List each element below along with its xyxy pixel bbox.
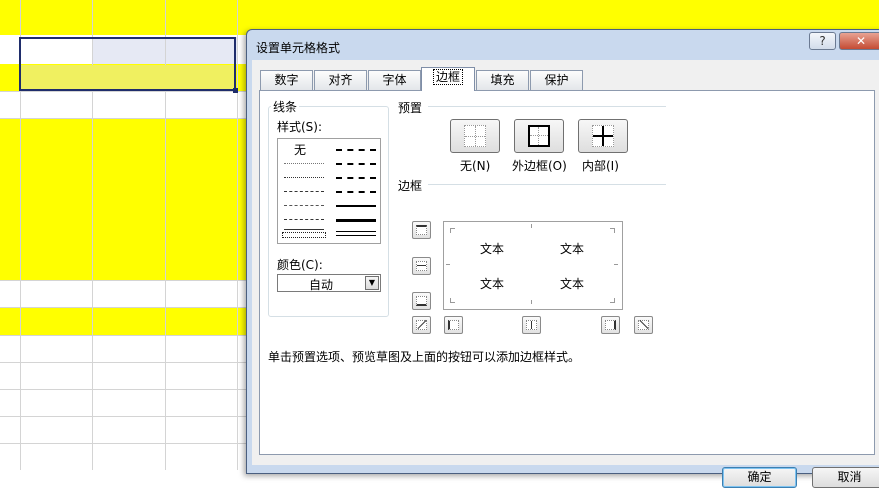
row-gridline — [0, 389, 250, 390]
fill-handle[interactable] — [233, 88, 238, 93]
dialog-client-area: 数字 对齐 字体 边框 填充 保护 线条 样式(S): 无 颜色(C): 自动 … — [252, 60, 879, 488]
line-style-option[interactable] — [284, 219, 324, 220]
diagonal-down-icon — [638, 319, 649, 330]
preset-none-icon — [464, 125, 486, 147]
preset-none-button[interactable] — [450, 119, 500, 153]
line-style-option[interactable] — [336, 177, 376, 179]
tab-fill[interactable]: 填充 — [476, 70, 529, 90]
row-gridline — [0, 416, 250, 417]
border-title: 边框 — [398, 179, 423, 193]
border-left-icon — [448, 320, 459, 330]
cancel-button[interactable]: 取消 — [812, 467, 879, 488]
row-gridline — [0, 118, 250, 119]
preset-outline-label: 外边框(O) — [512, 159, 567, 173]
border-horizontal-icon — [416, 261, 427, 271]
center-mark — [614, 264, 618, 269]
preview-text: 文本 — [480, 277, 505, 291]
border-middle-horizontal-button[interactable] — [412, 257, 431, 275]
corner-mark — [450, 298, 455, 303]
center-mark — [531, 300, 536, 304]
border-middle-vertical-button[interactable] — [522, 316, 541, 334]
row-gridline — [0, 91, 250, 92]
corner-mark — [450, 228, 455, 233]
border-divider — [428, 184, 666, 185]
border-preview[interactable]: 文本 文本 文本 文本 — [443, 221, 623, 310]
border-top-button[interactable] — [412, 221, 431, 239]
border-vertical-icon — [526, 320, 537, 330]
hint-text: 单击预置选项、预览草图及上面的按钮可以添加边框样式。 — [268, 350, 581, 364]
color-dropdown[interactable]: 自动 ▼ — [277, 274, 381, 292]
border-bottom-icon — [416, 296, 427, 306]
tab-protection[interactable]: 保护 — [530, 70, 583, 90]
line-style-option[interactable] — [284, 163, 324, 164]
preset-inside-icon — [592, 125, 614, 147]
border-diagonal-down-button[interactable] — [634, 316, 653, 334]
border-bottom-button[interactable] — [412, 292, 431, 310]
line-style-option[interactable] — [336, 191, 376, 193]
row-gridline — [0, 362, 250, 363]
format-cells-dialog: 设置单元格格式 ? ✕ 数字 对齐 字体 边框 填充 保护 线条 样式(S): … — [246, 29, 879, 488]
border-tab-panel: 线条 样式(S): 无 颜色(C): 自动 ▼ 预置 无(N) 外边框(O) 内… — [259, 90, 875, 455]
close-button[interactable]: ✕ — [839, 32, 879, 50]
help-button[interactable]: ? — [809, 32, 836, 50]
line-style-option[interactable] — [284, 177, 324, 178]
ok-button[interactable]: 确定 — [722, 467, 797, 488]
line-style-option[interactable] — [336, 219, 376, 222]
tab-border[interactable]: 边框 — [421, 67, 475, 91]
line-style-option[interactable] — [284, 191, 324, 192]
diagonal-up-icon — [416, 319, 427, 330]
tab-number[interactable]: 数字 — [260, 70, 313, 90]
selected-range[interactable] — [19, 37, 236, 91]
border-diagonal-up-button[interactable] — [412, 316, 431, 334]
column-gridline — [237, 0, 238, 470]
line-style-selected[interactable] — [282, 232, 326, 238]
corner-mark — [610, 228, 615, 233]
preview-text: 文本 — [560, 277, 585, 291]
border-top-icon — [416, 225, 427, 235]
line-style-list[interactable]: 无 — [277, 138, 381, 244]
presets-divider — [428, 106, 666, 107]
color-label: 颜色(C): — [277, 258, 323, 272]
preset-outline-icon — [528, 125, 550, 147]
center-mark — [446, 264, 450, 269]
line-style-none[interactable]: 无 — [294, 141, 306, 158]
line-style-option[interactable] — [284, 205, 324, 206]
line-group-title: 线条 — [271, 98, 300, 115]
border-left-button[interactable] — [444, 316, 463, 334]
preset-inside-button[interactable] — [578, 119, 628, 153]
line-groupbox: 线条 样式(S): 无 颜色(C): 自动 ▼ — [268, 98, 389, 317]
color-value: 自动 — [308, 278, 333, 292]
dialog-title: 设置单元格格式 — [256, 41, 341, 55]
line-style-option[interactable] — [336, 149, 376, 151]
row-gridline — [0, 307, 250, 308]
preview-text: 文本 — [480, 242, 505, 256]
preset-inside-label: 内部(I) — [582, 159, 619, 173]
presets-title: 预置 — [398, 101, 423, 115]
line-style-option[interactable] — [284, 229, 324, 230]
row-gridline — [0, 335, 250, 336]
row-gridline — [0, 280, 250, 281]
corner-mark — [610, 298, 615, 303]
tab-alignment[interactable]: 对齐 — [314, 70, 367, 90]
chevron-down-icon[interactable]: ▼ — [365, 276, 379, 290]
border-right-button[interactable] — [601, 316, 620, 334]
preview-text: 文本 — [560, 242, 585, 256]
row-gridline — [0, 443, 250, 444]
tab-font[interactable]: 字体 — [368, 70, 421, 90]
line-style-option[interactable] — [336, 205, 376, 207]
style-label: 样式(S): — [277, 120, 323, 134]
border-right-icon — [605, 320, 616, 330]
preset-none-label: 无(N) — [460, 159, 491, 173]
line-style-option[interactable] — [336, 231, 376, 236]
center-mark — [531, 224, 536, 228]
line-style-option[interactable] — [336, 163, 376, 165]
preset-outline-button[interactable] — [514, 119, 564, 153]
dialog-titlebar[interactable]: 设置单元格格式 ? ✕ — [247, 30, 879, 60]
